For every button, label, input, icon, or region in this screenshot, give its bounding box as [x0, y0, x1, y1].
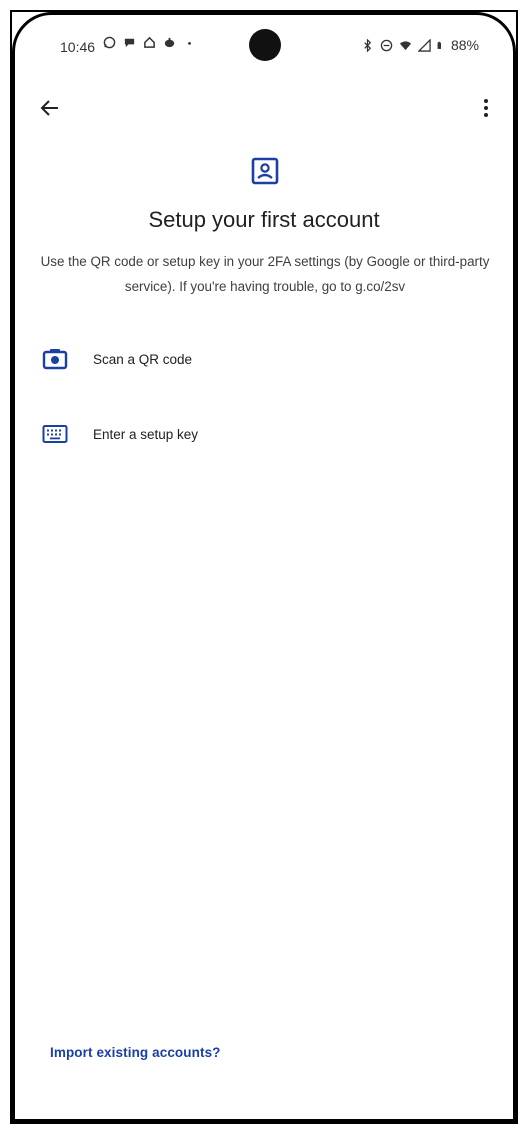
camera-icon [42, 349, 68, 370]
bluetooth-icon [364, 38, 372, 52]
battery-percentage: 88% [450, 37, 479, 53]
camera-cutout [249, 29, 281, 61]
home-icon [144, 36, 155, 48]
do-not-disturb-icon [380, 39, 393, 51]
back-button[interactable] [37, 95, 63, 121]
page-subtitle: Use the QR code or setup key in your 2FA… [40, 254, 490, 294]
more-options-button[interactable] [479, 95, 493, 121]
scan-qr-option[interactable]: Scan a QR code [15, 331, 513, 387]
teapot-icon [164, 37, 175, 48]
account-box-icon [251, 157, 279, 185]
scan-qr-label: Scan a QR code [93, 351, 193, 367]
enter-setup-key-option[interactable]: Enter a setup key [15, 406, 513, 462]
wifi-icon [399, 40, 412, 50]
page-title: Setup your first account [148, 207, 380, 232]
chat-bubble-icon [124, 38, 135, 48]
dot-icon [188, 42, 191, 45]
more-vert-icon [484, 99, 488, 103]
status-time: 10:46 [60, 39, 96, 55]
notification-icons [103, 36, 196, 49]
enter-setup-key-label: Enter a setup key [93, 426, 199, 442]
keyboard-icon [42, 425, 68, 443]
system-status-icons: 88% [361, 37, 479, 53]
whatsapp-icon [103, 36, 116, 49]
screen: 10:46 88% Setup your first account Use t… [0, 0, 528, 1134]
arrow-back-icon [40, 100, 58, 116]
phone-screen: 10:46 88% Setup your first account Use t… [12, 12, 516, 1122]
import-accounts-link[interactable]: Import existing accounts? [50, 1045, 221, 1060]
battery-icon [437, 41, 441, 49]
signal-icon [417, 38, 431, 52]
status-bar: 10:46 88% [15, 29, 513, 61]
